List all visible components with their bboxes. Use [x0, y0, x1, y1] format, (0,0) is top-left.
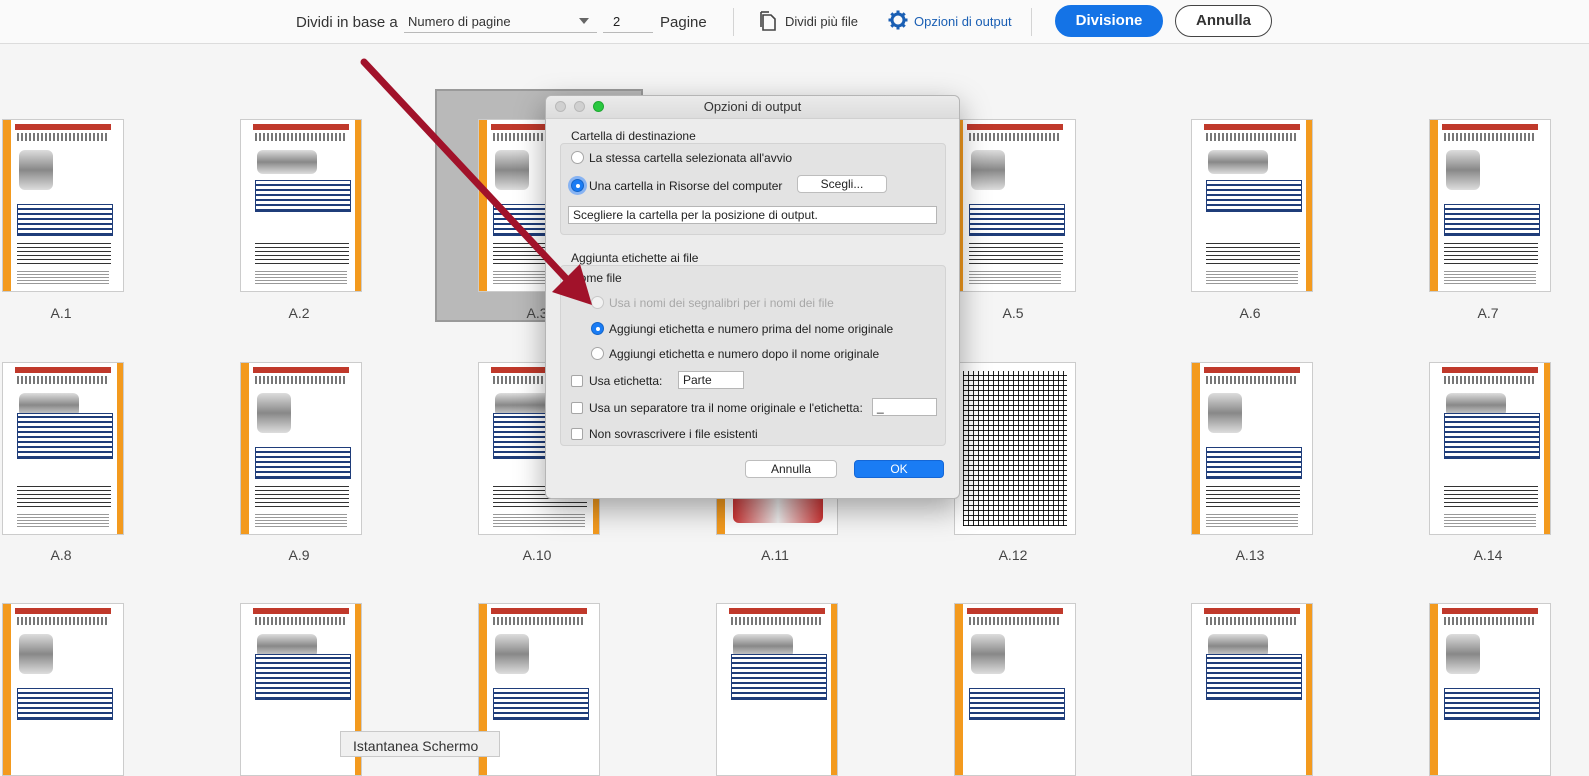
labels-group: Nome file Usa i nomi dei segnalibri per … [560, 265, 946, 446]
destination-group: La stessa cartella selezionata all'avvio… [560, 143, 946, 235]
page-thumbnail[interactable] [2, 119, 124, 292]
no-overwrite-text: Non sovrascrivere i file esistenti [589, 427, 758, 441]
page-thumbnail[interactable] [954, 362, 1076, 535]
page-thumbnail[interactable] [1429, 362, 1551, 535]
page-label: A.8 [50, 547, 72, 563]
document-icon [760, 11, 776, 31]
use-label-checkbox[interactable] [571, 375, 583, 387]
page-thumbnail[interactable] [1429, 603, 1551, 776]
page-label: A.2 [288, 305, 310, 321]
use-separator-checkbox[interactable] [571, 402, 583, 414]
use-separator-text: Usa un separatore tra il nome originale … [589, 401, 863, 415]
file-name-title: Nome file [571, 271, 622, 285]
page-label: A.13 [1235, 547, 1265, 563]
split-mode-value: Numero di pagine [408, 14, 511, 29]
choose-folder-button[interactable]: Scegli... [797, 175, 887, 193]
option-bookmarks-label: Usa i nomi dei segnalibri per i nomi dei… [609, 296, 834, 310]
screenshot-tooltip: Istantanea Schermo [340, 731, 500, 757]
chevron-down-icon [579, 18, 589, 24]
no-overwrite-checkbox[interactable] [571, 428, 583, 440]
page-thumbnail[interactable] [1191, 362, 1313, 535]
radio-same-folder[interactable] [571, 151, 584, 164]
split-mode-dropdown[interactable]: Numero di pagine [404, 9, 597, 33]
output-options-dialog: Opzioni di output Cartella di destinazio… [545, 95, 960, 499]
radio-label-before[interactable] [591, 322, 604, 335]
page-label: A.11 [761, 547, 789, 563]
radio-bookmark-names[interactable] [591, 296, 604, 309]
option-after-label: Aggiungi etichetta e numero dopo il nome… [609, 347, 880, 361]
page-thumbnail[interactable] [716, 603, 838, 776]
split-button[interactable]: Divisione [1055, 5, 1163, 37]
labels-section-title: Aggiunta etichette ai file [571, 251, 699, 265]
toolbar-divider [733, 8, 734, 36]
page-label: A.1 [50, 305, 72, 321]
page-thumbnail[interactable] [954, 603, 1076, 776]
split-multiple-label: Dividi più file [785, 14, 858, 29]
option-same-folder-label: La stessa cartella selezionata all'avvio [589, 151, 793, 165]
page-thumbnail[interactable] [1191, 603, 1313, 776]
split-multiple-files-button[interactable]: Dividi più file [760, 9, 870, 35]
use-label-text: Usa etichetta: [589, 374, 663, 388]
option-before-label: Aggiungi etichetta e numero prima del no… [609, 322, 894, 336]
output-options-button[interactable]: Opzioni di output [888, 9, 1018, 35]
split-by-label: Dividi in base a [296, 14, 398, 31]
gear-icon [888, 10, 908, 30]
page-label: A.6 [1239, 305, 1261, 321]
radio-computer-folder[interactable] [571, 179, 584, 192]
output-options-label: Opzioni di output [914, 14, 1012, 29]
label-input[interactable]: Parte [678, 371, 744, 389]
separator-input[interactable]: _ [872, 398, 937, 416]
zoom-window-button[interactable] [593, 101, 604, 112]
pages-label: Pagine [660, 14, 707, 31]
page-label: A.7 [1477, 305, 1499, 321]
page-thumbnail[interactable] [240, 362, 362, 535]
output-path-field[interactable]: Scegliere la cartella per la posizione d… [568, 206, 937, 224]
page-thumbnail[interactable] [954, 119, 1076, 292]
page-thumbnail[interactable] [2, 362, 124, 535]
dialog-cancel-button[interactable]: Annulla [745, 460, 837, 478]
destination-section-title: Cartella di destinazione [571, 129, 696, 143]
page-label: A.9 [288, 547, 310, 563]
close-window-button[interactable] [555, 101, 566, 112]
cancel-button[interactable]: Annulla [1175, 5, 1272, 37]
dialog-ok-button[interactable]: OK [854, 460, 944, 478]
page-thumbnail[interactable] [1429, 119, 1551, 292]
minimize-window-button[interactable] [574, 101, 585, 112]
page-thumbnail[interactable] [2, 603, 124, 776]
toolbar-divider [1031, 8, 1032, 36]
top-toolbar: Dividi in base a Numero di pagine 2 Pagi… [0, 0, 1589, 44]
page-count-input[interactable]: 2 [603, 9, 653, 33]
page-label: A.12 [998, 547, 1028, 563]
radio-label-after[interactable] [591, 347, 604, 360]
page-count-value: 2 [613, 14, 621, 29]
page-thumbnail[interactable] [240, 119, 362, 292]
page-label: A.14 [1473, 547, 1503, 563]
page-label: A.5 [1002, 305, 1024, 321]
dialog-title: Opzioni di output [546, 96, 959, 119]
option-computer-folder-label: Una cartella in Risorse del computer [589, 179, 783, 193]
page-label: A.10 [522, 547, 552, 563]
page-thumbnail[interactable] [1191, 119, 1313, 292]
